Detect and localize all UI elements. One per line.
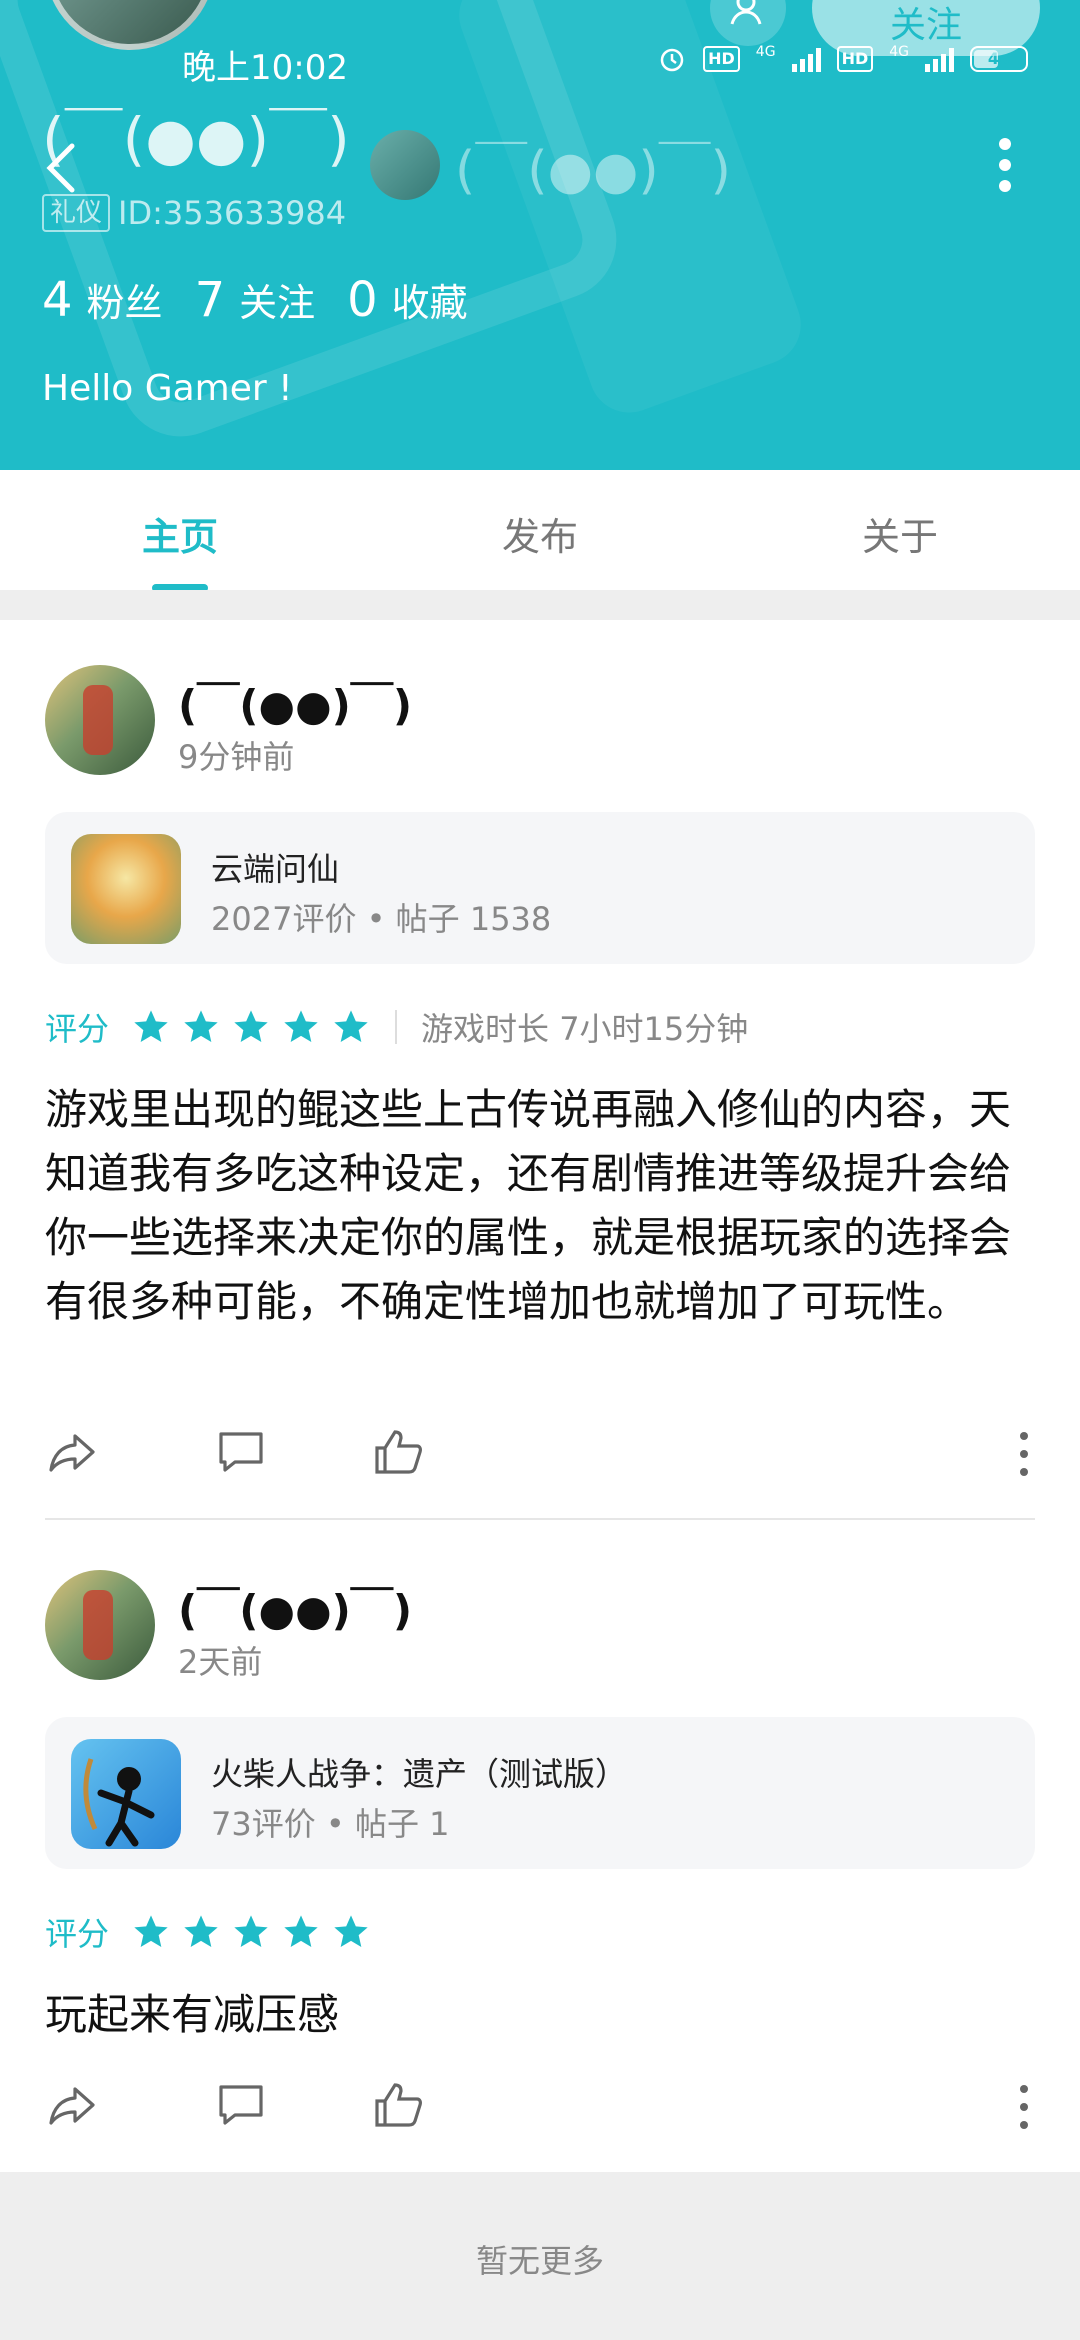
star-icon bbox=[234, 1010, 268, 1042]
game-meta: 73评价 • 帖子 1 bbox=[211, 1805, 450, 1843]
game-icon bbox=[71, 1739, 181, 1849]
profile-name: (￣(●●)￣) bbox=[42, 105, 350, 173]
game-icon bbox=[71, 834, 181, 944]
star-icon bbox=[134, 1915, 168, 1947]
game-card[interactable]: 云端问仙 2027评价 • 帖子 1538 bbox=[45, 812, 1035, 964]
post-body[interactable]: 玩起来有减压感 bbox=[45, 1983, 1040, 2047]
star-icon bbox=[334, 1915, 368, 1947]
tab-home[interactable]: 主页 bbox=[0, 470, 360, 590]
post-more-icon[interactable] bbox=[1017, 2085, 1031, 2129]
section-divider bbox=[0, 590, 1080, 620]
share-icon[interactable] bbox=[45, 1424, 101, 1480]
title-name: (￣(●●)￣) bbox=[455, 141, 731, 201]
post-more-icon[interactable] bbox=[1017, 1432, 1031, 1476]
stat-followers[interactable]: 4 粉丝 bbox=[42, 272, 163, 328]
back-arrow-icon[interactable] bbox=[42, 140, 82, 196]
post-author[interactable]: (￣(●●)￣) bbox=[178, 672, 412, 733]
rating-row: 评分 bbox=[45, 1909, 371, 1955]
star-icon bbox=[184, 1010, 218, 1042]
profile-bio: Hello Gamer ! bbox=[42, 368, 293, 409]
stat-label: 收藏 bbox=[391, 281, 468, 325]
avatar[interactable] bbox=[45, 665, 155, 775]
user-badge: 礼仪 bbox=[42, 194, 111, 232]
rating-row: 评分 游戏时长 7小时15分钟 bbox=[45, 1004, 748, 1050]
stat-count: 4 bbox=[42, 272, 73, 328]
review-post: (￣(●●)￣) 9分钟前 云端问仙 2027评价 • 帖子 1538 评分 游… bbox=[0, 620, 1080, 1520]
comment-icon[interactable] bbox=[213, 1424, 269, 1480]
tab-about[interactable]: 关于 bbox=[720, 470, 1080, 590]
no-more-footer: 暂无更多 bbox=[0, 2172, 1080, 2340]
star-icon bbox=[284, 1010, 318, 1042]
stat-count: 7 bbox=[194, 272, 226, 328]
alarm-icon bbox=[660, 48, 684, 72]
user-id: ID:353633984 bbox=[118, 194, 347, 232]
post-time: 9分钟前 bbox=[178, 738, 295, 776]
share-icon[interactable] bbox=[45, 2077, 101, 2133]
star-icon bbox=[334, 1010, 368, 1042]
stat-following[interactable]: 7 关注 bbox=[195, 272, 316, 328]
rating-separator bbox=[395, 1010, 398, 1044]
follow-button[interactable]: 关注 bbox=[812, 0, 1040, 56]
hd-badge: HD bbox=[703, 46, 740, 72]
signal-icon bbox=[791, 46, 821, 72]
tab-posts[interactable]: 发布 bbox=[360, 470, 720, 590]
comment-icon[interactable] bbox=[213, 2077, 269, 2133]
profile-stats: 4 粉丝 7 关注 0 收藏 bbox=[42, 272, 468, 328]
add-friend-icon[interactable] bbox=[710, 0, 786, 46]
stat-favorites[interactable]: 0 收藏 bbox=[347, 272, 468, 328]
game-meta: 2027评价 • 帖子 1538 bbox=[211, 900, 552, 938]
rating-label: 评分 bbox=[45, 1915, 110, 1953]
title-avatar bbox=[370, 130, 440, 200]
avatar[interactable] bbox=[45, 1570, 155, 1680]
post-actions bbox=[45, 2077, 1035, 2137]
star-icon bbox=[234, 1915, 268, 1947]
like-icon[interactable] bbox=[371, 1424, 427, 1480]
stat-label: 粉丝 bbox=[86, 281, 163, 325]
profile-header: 晚上10:02 HD 4G HD 4G 46 关注 (￣(●●)￣) (￣(●●… bbox=[0, 0, 1080, 470]
review-post: (￣(●●)￣) 2天前 火柴人战争：遗产（测试版） 73评价 • 帖子 1 评… bbox=[0, 1525, 1080, 2170]
network-type: 4G bbox=[755, 44, 776, 60]
game-card[interactable]: 火柴人战争：遗产（测试版） 73评价 • 帖子 1 bbox=[45, 1717, 1035, 1869]
game-title: 火柴人战争：遗产（测试版） bbox=[211, 1755, 628, 1793]
game-title: 云端问仙 bbox=[211, 850, 340, 888]
post-time: 2天前 bbox=[178, 1643, 263, 1681]
star-icon bbox=[134, 1010, 168, 1042]
like-icon[interactable] bbox=[371, 2077, 427, 2133]
post-divider bbox=[45, 1518, 1035, 1520]
star-icon bbox=[184, 1915, 218, 1947]
post-author[interactable]: (￣(●●)￣) bbox=[178, 1577, 412, 1638]
post-body[interactable]: 游戏里出现的鲲这些上古传说再融入修仙的内容，天知道我有多吃这种设定，还有剧情推进… bbox=[45, 1078, 1040, 1334]
stat-count: 0 bbox=[347, 272, 378, 328]
stat-label: 关注 bbox=[239, 281, 316, 325]
status-time: 晚上10:02 bbox=[182, 48, 348, 88]
rating-label: 评分 bbox=[45, 1010, 110, 1048]
star-icon bbox=[284, 1915, 318, 1947]
profile-tabs: 主页 发布 关于 bbox=[0, 470, 1080, 590]
post-actions bbox=[45, 1424, 1035, 1484]
more-options-icon[interactable] bbox=[990, 138, 1020, 192]
play-duration: 游戏时长 7小时15分钟 bbox=[421, 1010, 749, 1048]
